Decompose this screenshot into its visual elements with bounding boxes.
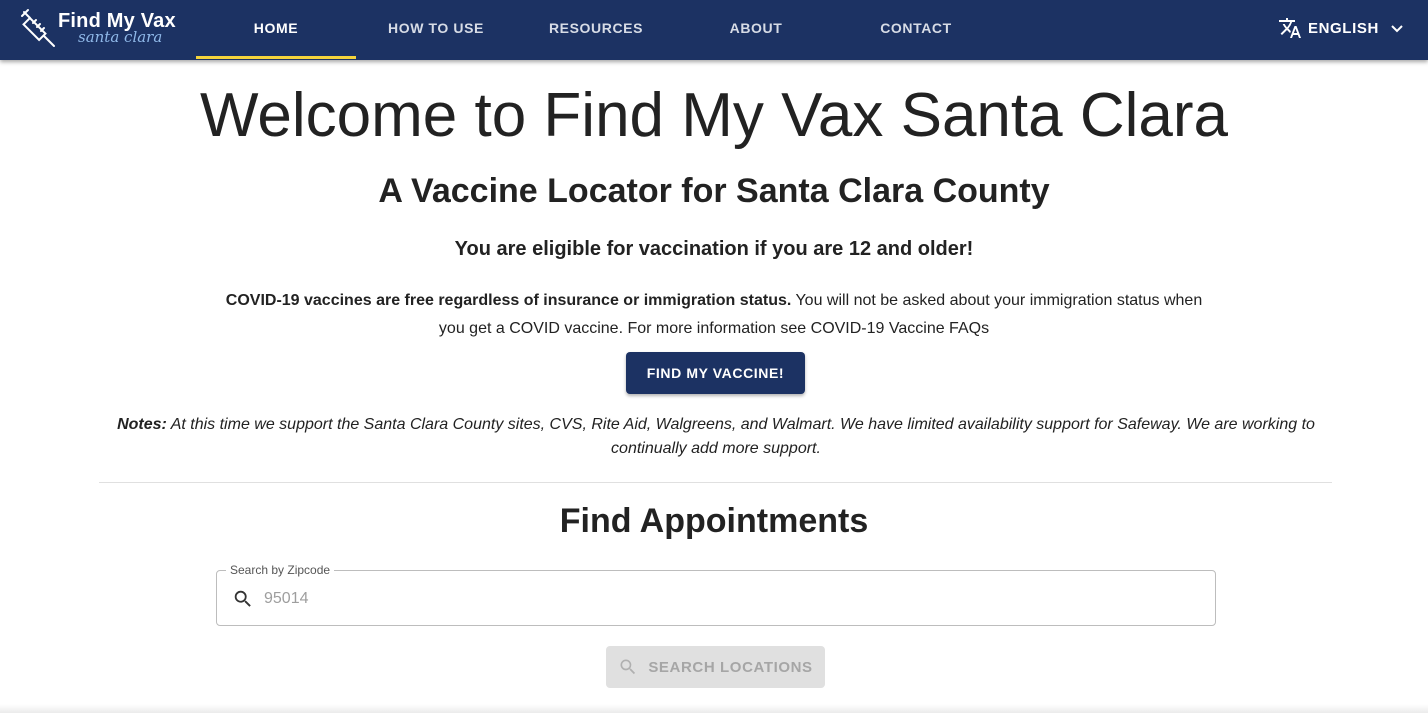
page-title: Welcome to Find My Vax Santa Clara xyxy=(200,81,1228,150)
app-header: Find My Vax santa clara HOME HOW TO USE … xyxy=(0,0,1428,60)
tab-how-to-use[interactable]: HOW TO USE xyxy=(356,0,516,56)
tab-contact[interactable]: CONTACT xyxy=(836,0,996,56)
notes: Notes: At this time we support the Santa… xyxy=(100,413,1332,461)
tab-about[interactable]: ABOUT xyxy=(676,0,836,56)
syringe-icon xyxy=(21,9,55,47)
zipcode-field-label: Search by Zipcode xyxy=(226,563,335,577)
site-logo[interactable]: Find My Vax santa clara xyxy=(20,8,180,52)
tab-resources[interactable]: RESOURCES xyxy=(516,0,676,56)
search-locations-button[interactable]: SEARCH LOCATIONS xyxy=(606,646,825,688)
search-locations-label: SEARCH LOCATIONS xyxy=(648,658,813,676)
search-icon xyxy=(620,659,636,675)
bottom-edge-shadow xyxy=(0,704,1428,713)
vaccine-info: COVID-19 vaccines are free regardless of… xyxy=(214,287,1214,343)
notes-label: Notes: xyxy=(117,416,167,433)
eligibility-message: You are eligible for vaccination if you … xyxy=(454,238,974,260)
notes-text: At this time we support the Santa Clara … xyxy=(170,416,1315,457)
page-subtitle: A Vaccine Locator for Santa Clara County xyxy=(378,172,1050,210)
chevron-down-icon xyxy=(1391,25,1403,33)
translate-icon xyxy=(1279,18,1301,38)
vaccine-info-bold: COVID-19 vaccines are free regardless of… xyxy=(225,292,792,309)
search-icon xyxy=(234,590,251,607)
find-my-vaccine-button[interactable]: FIND MY VACCINE! xyxy=(626,352,805,394)
tab-home[interactable]: HOME xyxy=(196,0,356,59)
language-label: ENGLISH xyxy=(1308,19,1379,37)
zipcode-input[interactable] xyxy=(262,585,1166,613)
divider xyxy=(99,482,1332,483)
language-selector[interactable]: ENGLISH xyxy=(1278,0,1409,56)
zipcode-search-field[interactable] xyxy=(216,570,1216,626)
find-appointments-title: Find Appointments xyxy=(559,502,869,540)
logo-subtitle: santa clara xyxy=(78,28,163,46)
